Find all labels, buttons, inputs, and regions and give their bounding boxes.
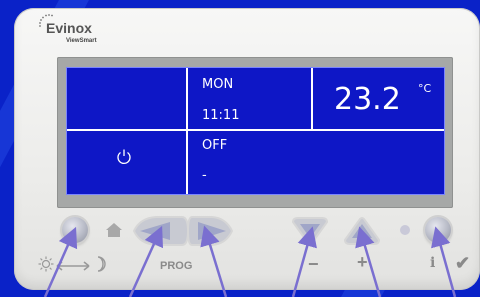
callout-arrow [355,226,382,297]
callout-arrow [200,225,228,297]
callout-arrow [431,226,457,297]
callout-arrow [43,226,78,297]
callout-arrows [43,225,457,297]
callout-arrow [128,225,163,297]
callout-arrow [291,226,317,297]
